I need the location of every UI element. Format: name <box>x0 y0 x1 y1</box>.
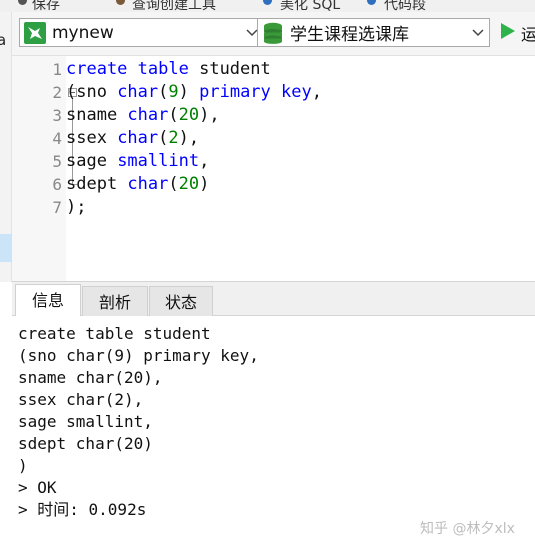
sql-identifier: sdept <box>66 174 128 194</box>
sql-number: 9 <box>168 82 179 102</box>
sql-identifier <box>271 82 281 102</box>
sql-identifier: ( <box>158 82 169 102</box>
top-toolbar: 保存 查询创建工具 美化 SQL 代码段 <box>0 0 535 12</box>
tab-status[interactable]: 状态 <box>149 286 213 317</box>
code-area[interactable]: create table student (sno char(9) primar… <box>66 56 535 282</box>
sql-identifier: ( <box>168 174 179 194</box>
query-builder-icon[interactable] <box>116 0 125 5</box>
object-sidebar: a <box>0 12 12 282</box>
toolbar-query-builder[interactable]: 查询创建工具 <box>132 0 216 12</box>
code-line: sage smallint, <box>66 150 535 173</box>
sql-identifier <box>127 59 137 79</box>
sidebar-cut-label: a <box>0 31 7 49</box>
line-number: 7 <box>52 198 62 217</box>
output-line: ) <box>18 456 28 475</box>
output-line: create table student <box>18 324 211 343</box>
sql-number: 2 <box>168 128 179 148</box>
sql-identifier: sage <box>66 151 118 171</box>
save-icon[interactable] <box>18 0 27 5</box>
sql-keyword: char <box>127 105 169 125</box>
line-number: 4 <box>52 129 62 148</box>
output-line: > OK <box>18 478 57 497</box>
output-line: sdept char(20) <box>18 434 153 453</box>
sql-identifier: ssex <box>66 128 118 148</box>
sql-keyword: char <box>117 128 159 148</box>
run-button[interactable]: 运 <box>500 20 535 45</box>
sql-number: 20 <box>178 105 200 125</box>
toolbar-snippet[interactable]: 代码段 <box>384 0 426 12</box>
watermark: 知乎 @林夕xlx <box>420 521 515 537</box>
output-line: sage smallint, <box>18 412 153 431</box>
connection-icon <box>24 21 46 44</box>
line-number: 6 <box>52 175 62 194</box>
run-icon <box>500 22 516 44</box>
sql-keyword: create <box>66 59 128 79</box>
chevron-down-icon <box>467 22 489 44</box>
connection-name: mynew <box>52 22 114 43</box>
database-select[interactable]: 学生课程选课库 <box>257 18 490 47</box>
output-line: ssex char(2), <box>18 390 144 409</box>
code-line: sdept char(20) <box>66 173 535 196</box>
toolbar-beautify[interactable]: 美化 SQL <box>280 0 340 12</box>
sql-keyword: key <box>281 82 312 102</box>
sql-identifier: ), <box>199 105 220 125</box>
sql-identifier: student <box>188 59 271 79</box>
sql-identifier: ( <box>168 105 179 125</box>
message-output: create table student (sno char(9) primar… <box>12 316 535 551</box>
database-icon <box>262 22 284 44</box>
toolbar-save[interactable]: 保存 <box>32 0 60 12</box>
sql-keyword: char <box>117 82 159 102</box>
output-line: sname char(20), <box>18 368 163 387</box>
sql-identifier: sname <box>66 105 128 125</box>
selector-bar: mynew 学生课程选课库 运 <box>12 12 535 55</box>
sql-editor[interactable]: 1 2 3 4 5 6 7 create table student (sno … <box>12 55 535 282</box>
code-line: create table student <box>66 58 535 81</box>
sql-keyword: smallint <box>117 151 200 171</box>
beautify-icon[interactable] <box>263 0 272 5</box>
sql-identifier: , <box>311 82 322 102</box>
sql-identifier: ( <box>158 128 169 148</box>
sql-identifier: ) <box>178 82 200 102</box>
sql-identifier: ); <box>66 197 87 217</box>
line-number: 1 <box>52 60 62 79</box>
sql-keyword: primary <box>199 82 271 102</box>
tab-profile[interactable]: 剖析 <box>82 286 148 317</box>
code-line: sname char(20), <box>66 104 535 127</box>
connection-select[interactable]: mynew <box>19 18 264 47</box>
sql-keyword: table <box>137 59 189 79</box>
result-tabs: 信息 剖析 状态 <box>12 281 535 317</box>
run-label: 运 <box>521 24 535 44</box>
line-number: 5 <box>52 152 62 171</box>
line-number: 2 <box>52 83 62 102</box>
output-line: > 时间: 0.092s <box>18 500 147 519</box>
sql-identifier: , <box>199 151 210 171</box>
tab-message[interactable]: 信息 <box>15 284 81 317</box>
sql-identifier: (sno <box>66 82 118 102</box>
code-line: (sno char(9) primary key, <box>66 81 535 104</box>
line-number: 3 <box>52 106 62 125</box>
line-number-gutter: 1 2 3 4 5 6 7 <box>12 56 77 282</box>
sql-keyword: char <box>127 174 169 194</box>
code-line: ssex char(2), <box>66 127 535 150</box>
code-line: ); <box>66 196 535 219</box>
snippet-icon[interactable] <box>367 0 376 5</box>
sql-number: 20 <box>178 174 200 194</box>
sql-identifier: ) <box>199 174 210 194</box>
sidebar-selected-item[interactable] <box>0 234 12 262</box>
sql-identifier: ), <box>178 128 200 148</box>
database-name: 学生课程选课库 <box>290 25 409 45</box>
output-line: (sno char(9) primary key, <box>18 346 259 365</box>
